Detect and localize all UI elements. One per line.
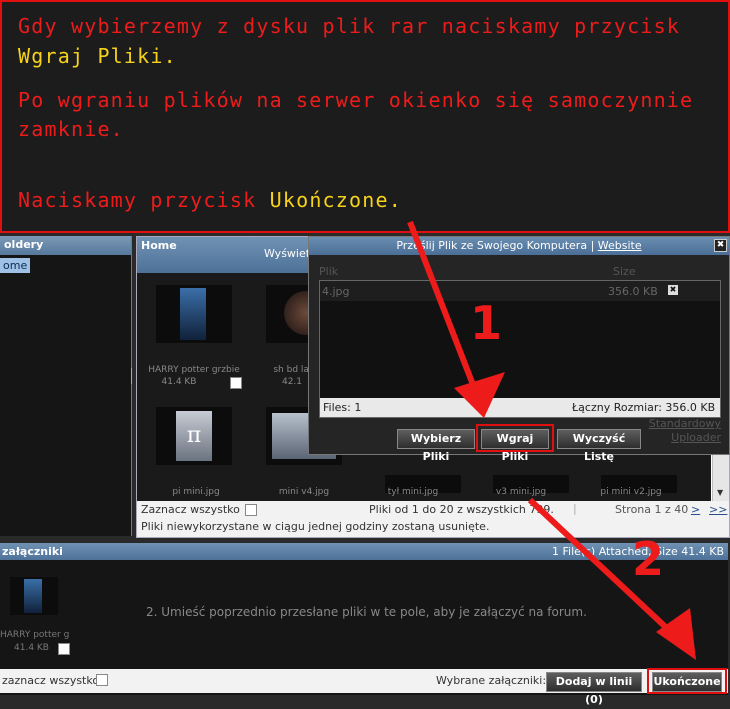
annotation-number-2: 2 <box>632 532 665 586</box>
arrow-1-head <box>454 372 505 418</box>
annotation-number-1: 1 <box>470 296 503 350</box>
arrow-2-head <box>656 608 696 660</box>
arrow-2-shaft <box>527 497 691 651</box>
annotation-arrows <box>407 220 696 660</box>
